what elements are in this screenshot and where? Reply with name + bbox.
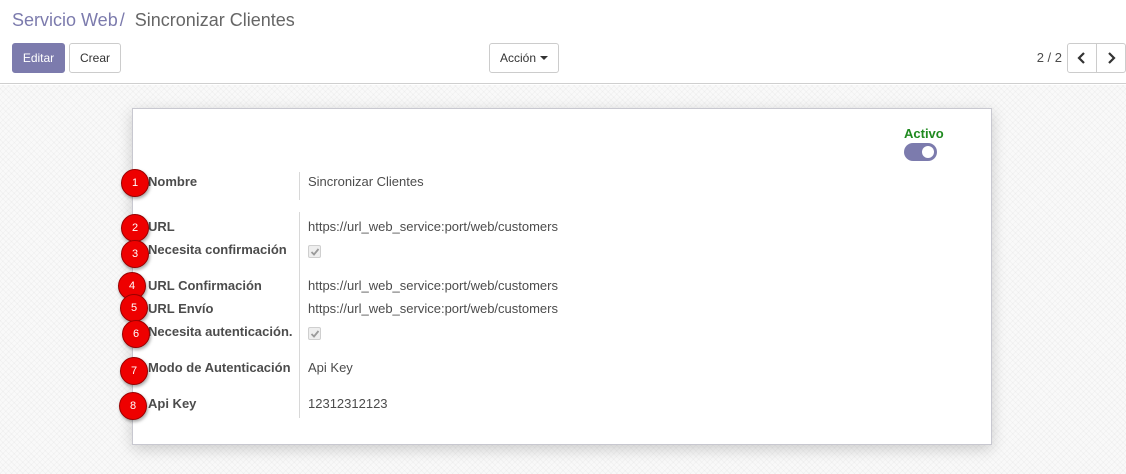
necesita-autenticacion-checkbox[interactable] bbox=[308, 327, 321, 340]
breadcrumb-current: Sincronizar Clientes bbox=[134, 10, 295, 30]
pager-next-button[interactable] bbox=[1096, 43, 1126, 73]
active-status-label: Activo bbox=[904, 126, 944, 141]
field-label-api-key: Api Key bbox=[148, 396, 197, 411]
field-value-nombre: Sincronizar Clientes bbox=[308, 174, 424, 189]
marker-badge-5: 5 bbox=[120, 294, 148, 322]
marker-badge-8: 8 bbox=[119, 392, 147, 420]
edit-button[interactable]: Editar bbox=[12, 43, 65, 73]
field-separator bbox=[299, 212, 300, 418]
breadcrumb: Servicio Web / Sincronizar Clientes bbox=[12, 8, 295, 32]
breadcrumb-separator: / bbox=[119, 10, 125, 30]
field-value-api-key: 12312312123 bbox=[308, 396, 388, 411]
checkmark-icon bbox=[310, 248, 320, 256]
field-value-url-envio: https://url_web_service:port/web/custome… bbox=[308, 301, 558, 316]
marker-badge-1: 1 bbox=[121, 169, 149, 197]
chevron-left-icon bbox=[1077, 52, 1085, 64]
necesita-confirmacion-checkbox[interactable] bbox=[308, 245, 321, 258]
marker-badge-6: 6 bbox=[122, 320, 150, 348]
action-label: Acción bbox=[499, 51, 537, 65]
control-panel: Servicio Web / Sincronizar Clientes Editar… bbox=[0, 0, 1126, 84]
marker-badge-3: 3 bbox=[121, 240, 149, 268]
checkmark-icon bbox=[310, 330, 320, 338]
pager-previous-button[interactable] bbox=[1067, 43, 1097, 73]
chevron-right-icon bbox=[1108, 52, 1116, 64]
field-label-necesita-autenticacion: Necesita autenticación. bbox=[148, 324, 293, 339]
field-label-necesita-confirmacion: Necesita confirmación bbox=[148, 242, 287, 257]
action-dropdown-button[interactable]: Acción bbox=[489, 43, 559, 73]
field-value-modo-autenticacion: Api Key bbox=[308, 360, 353, 375]
caret-down-icon bbox=[540, 56, 549, 60]
field-value-url-confirmacion: https://url_web_service:port/web/custome… bbox=[308, 278, 558, 293]
pager-value[interactable]: 2 / 2 bbox=[1030, 48, 1062, 68]
field-label-url: URL bbox=[148, 219, 175, 234]
field-value-url: https://url_web_service:port/web/custome… bbox=[308, 219, 558, 234]
field-label-url-envio: URL Envío bbox=[148, 301, 214, 316]
toggle-knob bbox=[922, 146, 934, 158]
field-label-modo-autenticacion: Modo de Autenticación bbox=[148, 360, 291, 375]
field-separator bbox=[299, 172, 300, 200]
field-label-url-confirmacion: URL Confirmación bbox=[148, 278, 262, 293]
field-label-nombre: Nombre bbox=[148, 174, 198, 189]
active-toggle[interactable] bbox=[904, 143, 937, 161]
breadcrumb-parent-link[interactable]: Servicio Web bbox=[12, 10, 118, 30]
create-button[interactable]: Crear bbox=[69, 43, 121, 73]
marker-badge-7: 7 bbox=[120, 357, 148, 385]
marker-badge-2: 2 bbox=[121, 214, 149, 242]
